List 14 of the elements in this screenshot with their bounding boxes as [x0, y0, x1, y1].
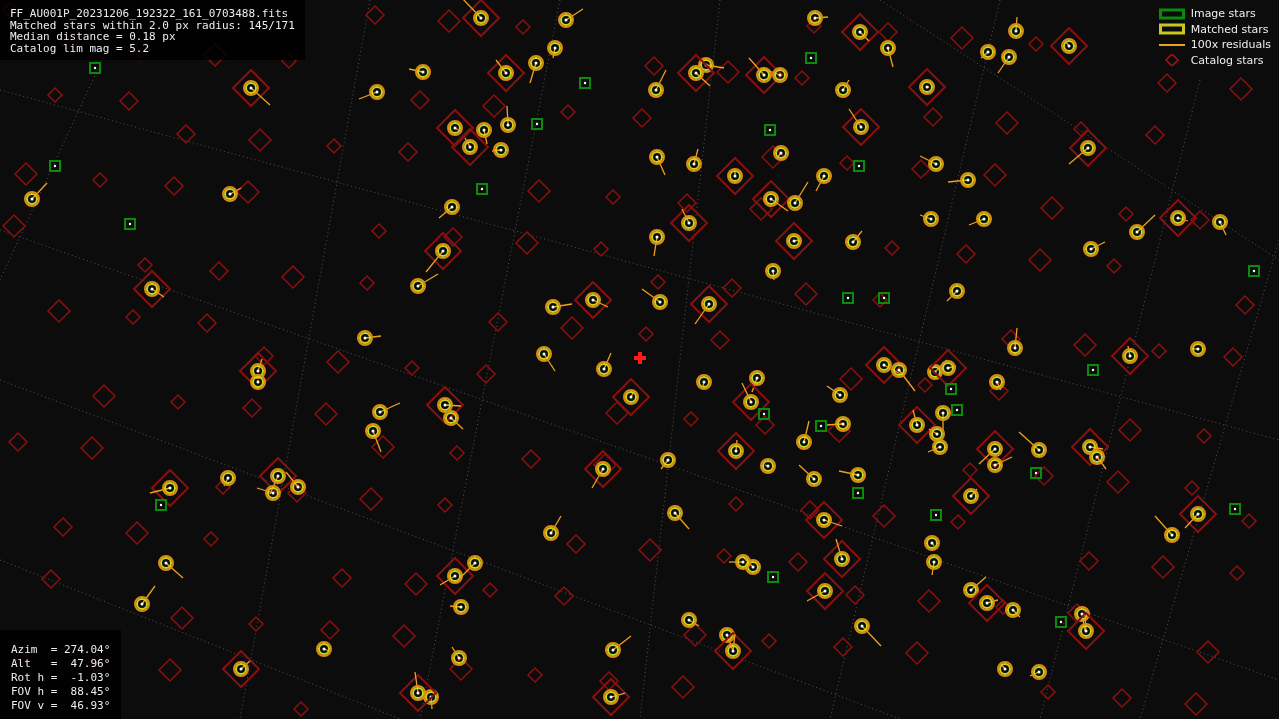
info-text: Catalog lim mag = 5.2	[10, 42, 150, 54]
pointing-text: Rot h = -1.03°	[11, 671, 111, 685]
center-cross-icon	[634, 352, 646, 364]
legend-label: Matched stars	[1190, 21, 1269, 37]
pointing-text: Alt = 47.96°	[11, 657, 111, 671]
info-text: FF_AU001P_20231206_192322_161_0703488.fits	[10, 8, 289, 20]
pointing-text: Azim = 274.04°	[11, 643, 111, 657]
info-text: Median distance = 0.18 px	[10, 31, 176, 43]
pointing-text: FOV v = 46.93°	[11, 699, 111, 713]
info-text: Matched stars within 2.0 px radius: 145/171	[10, 19, 295, 31]
legend-label: Catalog stars	[1190, 52, 1264, 68]
pointing-text: FOV h = 88.45°	[11, 685, 111, 699]
legend-label: Image stars	[1190, 6, 1256, 22]
legend-label: 100x residuals	[1190, 37, 1271, 53]
